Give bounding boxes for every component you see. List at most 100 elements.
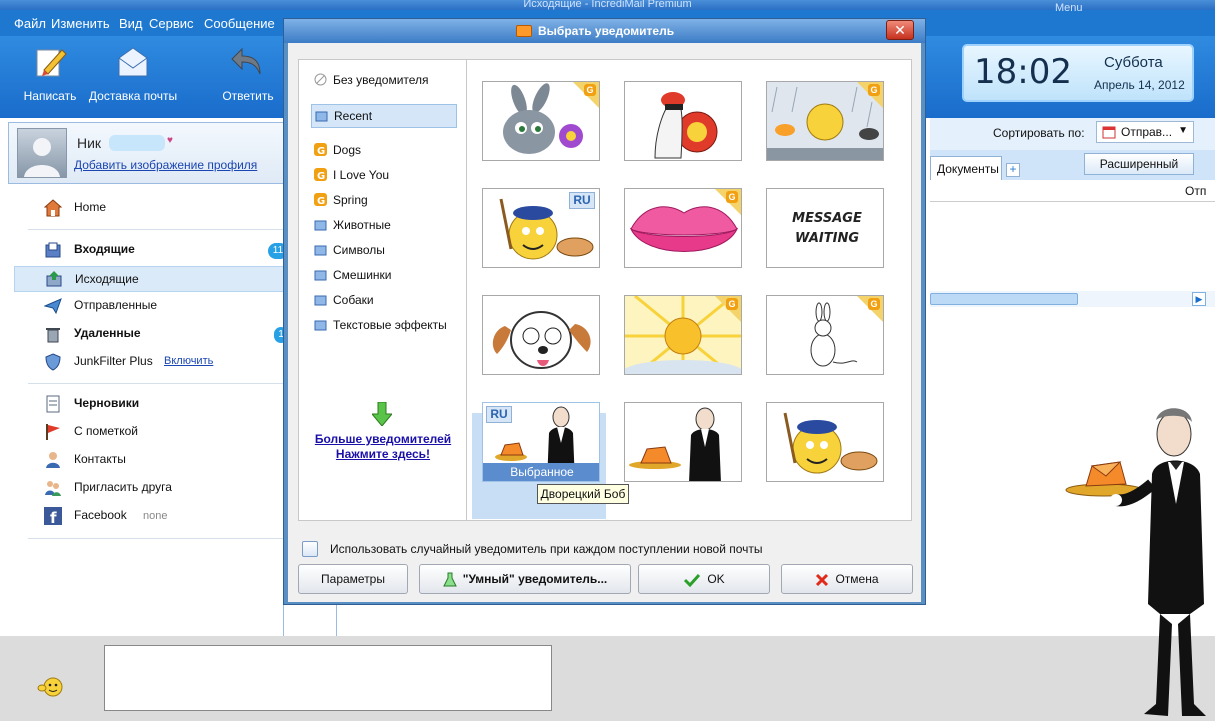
add-tab-icon[interactable]: +: [1006, 163, 1020, 177]
calendar-icon: [1102, 126, 1116, 139]
inbox-icon: [45, 242, 61, 258]
enable-junkfilter-link[interactable]: Включить: [164, 355, 213, 367]
sort-label: Сортировать по:: [993, 126, 1085, 140]
nav-junkfilter[interactable]: JunkFilter Plus Включить: [14, 351, 284, 375]
notifier-snail[interactable]: [624, 81, 742, 161]
notifier-bunny[interactable]: G: [482, 81, 600, 161]
deliver-mail-button[interactable]: Доставка почты: [86, 44, 180, 103]
category-no-notifier[interactable]: Без уведомителя: [311, 69, 457, 91]
advanced-button[interactable]: Расширенный: [1084, 153, 1194, 175]
selected-label: Выбранное: [483, 463, 599, 481]
more-notifiers-link[interactable]: Больше уведомителей Нажмите здесь!: [299, 432, 467, 462]
premium-g-icon: G: [868, 84, 880, 96]
nav-label: С пометкой: [74, 424, 138, 438]
facebook-icon: f: [44, 507, 62, 525]
nav-label: Черновики: [74, 396, 140, 410]
notifier-lips[interactable]: G: [624, 188, 742, 268]
smart-notifier-button[interactable]: "Умный" уведомитель...: [419, 564, 631, 594]
category-label: Смешинки: [333, 268, 392, 282]
nav-drafts[interactable]: Черновики: [14, 393, 284, 417]
parameters-button[interactable]: Параметры: [298, 564, 408, 594]
category-funny[interactable]: Смешинки: [311, 264, 457, 286]
notifier-butler-ru-selected[interactable]: RU Выбранное: [482, 402, 600, 482]
nav-invite-friend[interactable]: Пригласить друга: [14, 477, 284, 501]
painter-smiley-image: [783, 412, 878, 474]
column-header-sent[interactable]: Отп: [1185, 184, 1206, 198]
category-recent[interactable]: Recent: [311, 104, 457, 128]
smart-notifier-label: "Умный" уведомитель...: [462, 572, 608, 586]
category-dogs[interactable]: G Dogs: [311, 139, 457, 161]
random-notifier-checkbox[interactable]: [302, 541, 318, 557]
nav-home[interactable]: Home: [14, 197, 284, 221]
menu-message[interactable]: Сообщение: [204, 16, 275, 31]
close-button[interactable]: ✕: [886, 20, 914, 40]
notifier-butler[interactable]: [624, 402, 742, 482]
menu-button[interactable]: Menu: [1055, 2, 1083, 14]
notifier-sun[interactable]: G: [624, 295, 742, 375]
folder-icon: [314, 270, 327, 281]
category-animals[interactable]: Животные: [311, 214, 457, 236]
notifier-message-waiting[interactable]: MESSAGE WAITING: [766, 188, 884, 268]
dialog-title-bar: Выбрать уведомитель ✕: [284, 19, 925, 43]
category-label: Recent: [334, 109, 373, 123]
nav-label: Facebook: [74, 508, 127, 522]
category-symbols[interactable]: Символы: [311, 239, 457, 261]
tab-documents[interactable]: Документы: [930, 156, 1002, 180]
menu-edit[interactable]: Изменить: [51, 16, 110, 31]
add-profile-image-link[interactable]: Добавить изображение профиля: [74, 158, 257, 172]
drafts-icon: [46, 395, 60, 413]
category-dogs-ru[interactable]: Собаки: [311, 289, 457, 311]
nav-deleted[interactable]: Удаленные 1: [14, 323, 288, 347]
cancel-button[interactable]: Отмена: [781, 564, 913, 594]
nav-label: Отправленные: [74, 298, 158, 312]
dialog-title: Выбрать уведомитель: [538, 24, 675, 38]
clock-date: Апрель 14, 2012: [1094, 78, 1185, 92]
menu-view[interactable]: Вид: [119, 16, 143, 31]
nav-flagged[interactable]: С пометкой: [14, 421, 284, 445]
ru-badge: RU: [486, 406, 512, 423]
nav-sent[interactable]: Отправленные: [14, 295, 284, 319]
category-i-love-you[interactable]: G I Love You: [311, 164, 457, 186]
nav-outbox[interactable]: Исходящие: [14, 266, 284, 292]
folder-icon: [314, 320, 327, 331]
nav-inbox[interactable]: Входящие 11: [14, 239, 288, 263]
menu-tools[interactable]: Сервис: [149, 16, 194, 31]
close-icon: ✕: [894, 22, 906, 38]
compose-button[interactable]: Написать: [18, 44, 82, 103]
notifier-puppy[interactable]: [482, 295, 600, 375]
invite-icon: [45, 481, 61, 496]
notifier-painter-ru[interactable]: RU: [482, 188, 600, 268]
nav-facebook[interactable]: f Facebook none: [14, 505, 284, 529]
sort-select[interactable]: Отправ... ▼: [1096, 121, 1194, 143]
svg-text:G: G: [317, 196, 325, 206]
column-header-bar: Отп: [930, 180, 1215, 202]
category-text-effects[interactable]: Текстовые эффекты: [311, 314, 457, 336]
horizontal-scrollbar[interactable]: ▶: [930, 291, 1215, 307]
user-silhouette-icon: [24, 138, 60, 177]
avatar[interactable]: [17, 128, 67, 178]
butler-character: [1065, 408, 1206, 716]
notifier-rain-smiley[interactable]: G: [766, 81, 884, 161]
reply-button[interactable]: Ответить: [216, 44, 280, 103]
ok-button[interactable]: OK: [638, 564, 770, 594]
notifier-mouse[interactable]: G: [766, 295, 884, 375]
trash-icon: [46, 328, 60, 343]
checkmark-icon: [684, 573, 701, 587]
random-notifier-label[interactable]: Использовать случайный уведомитель при к…: [330, 542, 763, 556]
random-notifier-row: Использовать случайный уведомитель при к…: [302, 539, 902, 559]
profile-name[interactable]: Ник: [77, 135, 101, 151]
premium-g-icon: G: [868, 298, 880, 310]
category-label: I Love You: [333, 168, 390, 182]
folder-icon: [314, 245, 327, 256]
chat-input-box[interactable]: [104, 645, 552, 711]
scroll-right-icon[interactable]: ▶: [1192, 292, 1206, 306]
premium-g-icon: G: [314, 168, 327, 181]
nav-contacts[interactable]: Контакты: [14, 449, 284, 473]
message-waiting-text: MESSAGE WAITING: [792, 211, 862, 246]
menu-file[interactable]: Файл: [14, 16, 46, 31]
reply-arrow-icon: [231, 47, 261, 75]
scrollbar-thumb[interactable]: [930, 293, 1078, 305]
profile-name-redacted: [109, 135, 165, 151]
category-spring[interactable]: G Spring: [311, 189, 457, 211]
notifier-painter[interactable]: [766, 402, 884, 482]
